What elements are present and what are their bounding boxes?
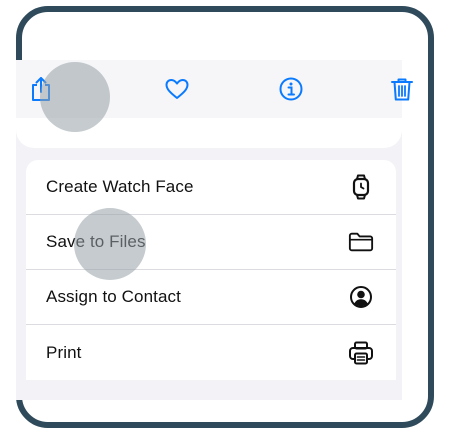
print-action[interactable]: Print bbox=[26, 325, 396, 380]
info-button[interactable] bbox=[266, 60, 316, 118]
menu-item-label: Assign to Contact bbox=[46, 287, 181, 306]
trash-icon bbox=[391, 78, 413, 101]
assign-to-contact-action[interactable]: Assign to Contact bbox=[26, 270, 396, 325]
menu-item-label: Create Watch Face bbox=[46, 177, 194, 196]
create-watch-face-action[interactable]: Create Watch Face bbox=[26, 160, 396, 215]
menu-item-label: Save to Files bbox=[46, 232, 146, 251]
save-to-files-action[interactable]: Save to Files bbox=[26, 215, 396, 270]
delete-button[interactable] bbox=[377, 60, 427, 118]
share-button[interactable] bbox=[16, 60, 66, 118]
action-menu: Create Watch Face Save to Files Assign t… bbox=[26, 160, 396, 380]
contact-icon bbox=[348, 284, 374, 310]
heart-icon bbox=[165, 79, 189, 99]
info-icon bbox=[279, 77, 303, 101]
share-icon bbox=[32, 77, 50, 101]
menu-item-label: Print bbox=[46, 342, 82, 362]
printer-icon bbox=[348, 340, 374, 366]
share-sheet-header bbox=[16, 118, 402, 148]
watch-icon bbox=[348, 174, 374, 200]
folder-icon bbox=[348, 229, 374, 255]
photo-toolbar bbox=[16, 60, 413, 118]
favorite-button[interactable] bbox=[152, 60, 202, 118]
